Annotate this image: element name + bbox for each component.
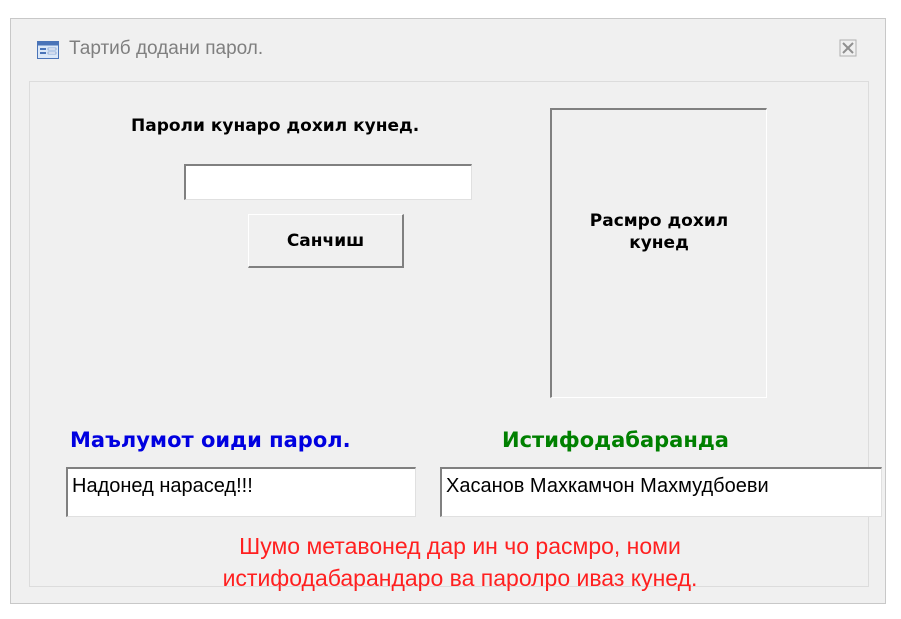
password-info-label: Маълумот оиди парол. (70, 428, 351, 452)
dialog-window: Тартиб додани парол. Пароли кунаро дохил… (10, 18, 886, 604)
photo-box[interactable]: Расмро дохил кунед (550, 108, 767, 398)
notice-line-1: Шумо метавонед дар ин чо расмро, номи (239, 533, 681, 559)
password-label: Пароли кунаро дохил кунед. (131, 116, 420, 136)
photo-placeholder-label: Расмро дохил кунед (589, 211, 729, 253)
password-input[interactable] (184, 164, 472, 200)
form-icon (37, 41, 59, 59)
user-label: Истифодабаранда (502, 428, 729, 452)
close-icon[interactable] (837, 37, 859, 59)
check-button[interactable]: Санчиш (248, 214, 404, 268)
form-body: Пароли кунаро дохил кунед. Санчиш Расмро… (29, 81, 882, 591)
window-title: Тартиб додани парол. (69, 38, 264, 59)
title-bar[interactable]: Тартиб додани парол. (11, 19, 885, 79)
notice-line-2: истифодабарандаро ва паролро иваз кунед. (222, 565, 698, 591)
password-info-field[interactable]: Надонед нарасед!!! (66, 467, 416, 517)
user-field[interactable]: Хасанов Махкамчон Махмудбоеви (440, 467, 882, 517)
notice-text: Шумо метавонед дар ин чо расмро, номи ис… (110, 530, 810, 594)
